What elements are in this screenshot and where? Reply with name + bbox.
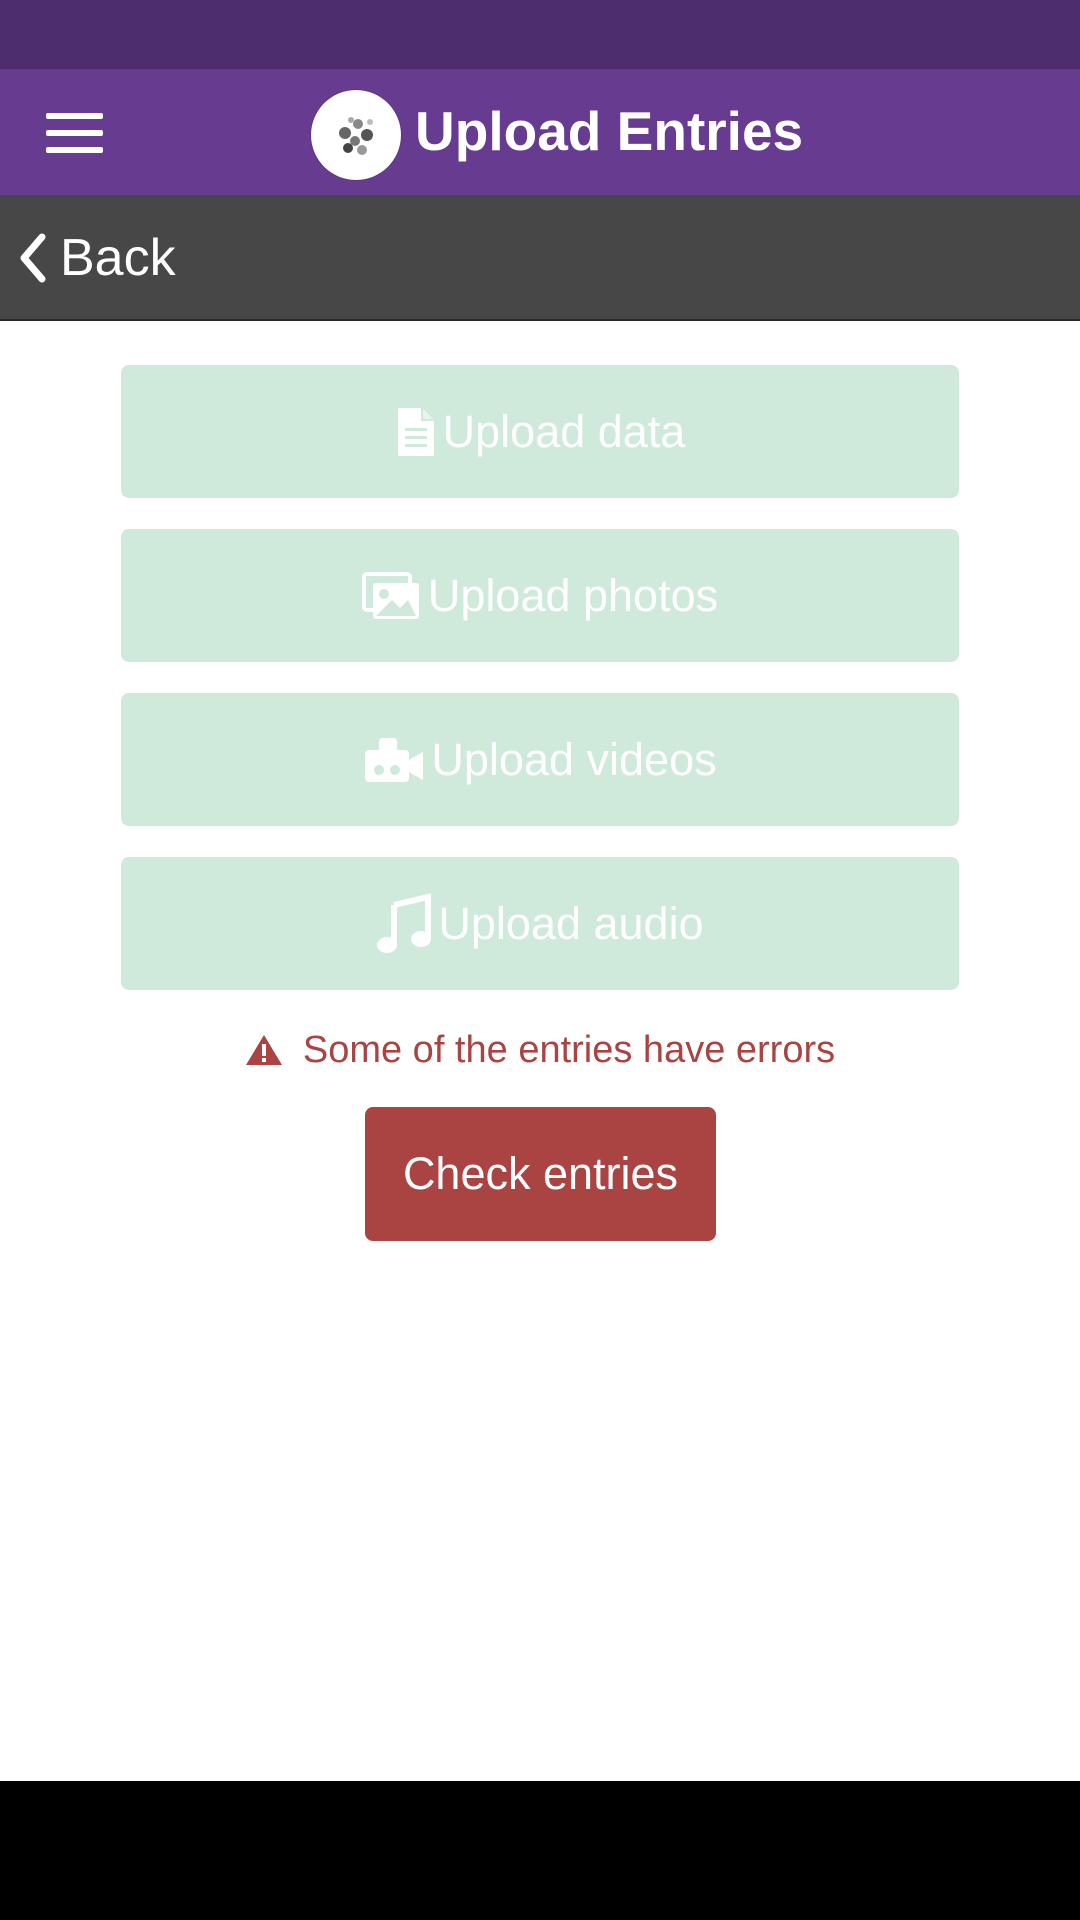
file-icon bbox=[395, 406, 437, 458]
status-bar bbox=[0, 0, 1080, 69]
upload-videos-label: Upload videos bbox=[431, 733, 717, 785]
error-text: Some of the entries have errors bbox=[302, 1028, 836, 1071]
error-message: Some of the entries have errors bbox=[0, 1020, 1080, 1080]
chevron-left-icon bbox=[18, 233, 48, 283]
photos-icon bbox=[361, 570, 422, 622]
nav-bar: Back bbox=[0, 195, 1080, 321]
back-label: Back bbox=[60, 229, 176, 287]
upload-photos-button[interactable]: Upload photos bbox=[121, 529, 959, 662]
app-logo-icon bbox=[311, 90, 401, 180]
upload-videos-button[interactable]: Upload videos bbox=[121, 693, 959, 826]
upload-photos-label: Upload photos bbox=[427, 569, 719, 621]
upload-data-button[interactable]: Upload data bbox=[121, 365, 959, 498]
back-button[interactable]: Back bbox=[18, 225, 176, 291]
upload-data-label: Upload data bbox=[442, 405, 686, 457]
upload-audio-label: Upload audio bbox=[438, 897, 704, 949]
warning-icon bbox=[245, 1033, 283, 1067]
app-header: Upload Entries bbox=[0, 69, 1080, 195]
check-entries-label: Check entries bbox=[402, 1148, 679, 1199]
check-entries-button[interactable]: Check entries bbox=[365, 1107, 716, 1241]
hamburger-menu-icon[interactable] bbox=[36, 102, 114, 162]
upload-audio-button[interactable]: Upload audio bbox=[121, 857, 959, 990]
page-title: Upload Entries bbox=[415, 100, 804, 162]
music-note-icon bbox=[376, 892, 432, 955]
video-camera-icon bbox=[363, 734, 425, 786]
system-navigation-bar bbox=[0, 1781, 1080, 1920]
